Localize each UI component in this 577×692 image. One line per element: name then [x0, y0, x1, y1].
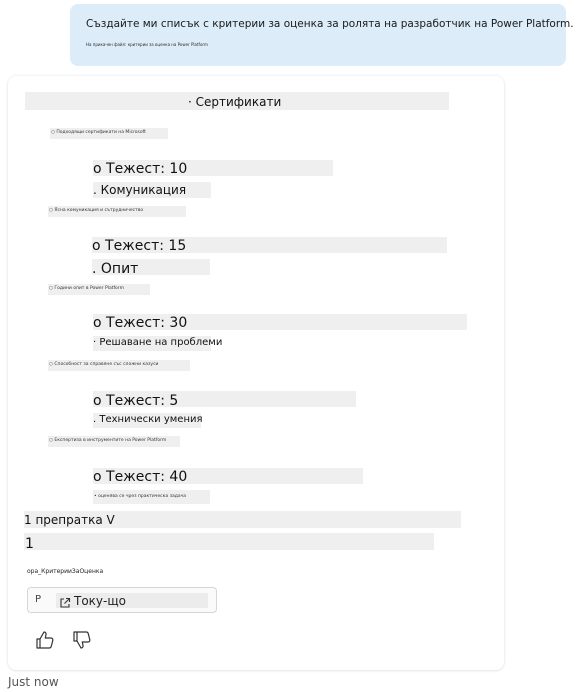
problem-solving-note: ○ Способност за справяне със сложни казу… — [48, 360, 190, 371]
technical-skills-weight-note: • оценява се чрез практическа задача — [93, 490, 210, 504]
reference-number: 1 — [25, 536, 34, 552]
communication-note: ○ Ясна комуникация и сътрудничество — [48, 206, 186, 217]
weight-technical-skills: o Тежест: 40 — [93, 469, 188, 485]
user-message-attachment: На прикачен файл: критерии за оценка на … — [86, 42, 208, 47]
reference-timestamp: Току-що — [74, 594, 126, 608]
user-message-bubble — [70, 4, 566, 66]
message-timestamp: Just now — [8, 675, 59, 689]
external-link-icon[interactable] — [59, 594, 71, 608]
section-heading-certificates: · Сертификати — [188, 95, 282, 109]
highlight-bar — [24, 533, 434, 550]
criterion-problem-solving: · Решаване на проблеми — [93, 337, 223, 348]
certificates-note: ○ Подходящи сертификати на Microsoft — [50, 128, 168, 139]
criterion-experience: . Опит — [92, 261, 139, 277]
weight-problem-solving: o Тежест: 5 — [93, 393, 179, 409]
weight-certificates: o Тежест: 10 — [93, 161, 188, 177]
criterion-communication: . Комуникация — [93, 183, 187, 197]
reference-app-letter: P — [35, 594, 42, 605]
references-toggle[interactable]: 1 препратка V — [24, 512, 115, 528]
reference-file-name[interactable]: ора_КритерииЗаОценка — [27, 567, 113, 577]
thumbs-down-icon[interactable] — [71, 629, 93, 651]
user-message-text: Създайте ми списък с критерии за оценка … — [86, 18, 574, 30]
thumbs-up-icon[interactable] — [34, 629, 56, 651]
experience-note: ○ Години опит в Power Platform — [48, 284, 150, 295]
weight-experience: o Тежест: 30 — [93, 315, 188, 331]
technical-skills-note: ○ Експертиза в инструментите на Power Pl… — [48, 436, 180, 447]
weight-communication: o Тежест: 15 — [92, 238, 187, 254]
criterion-technical-skills: . Технически умения — [93, 414, 203, 425]
